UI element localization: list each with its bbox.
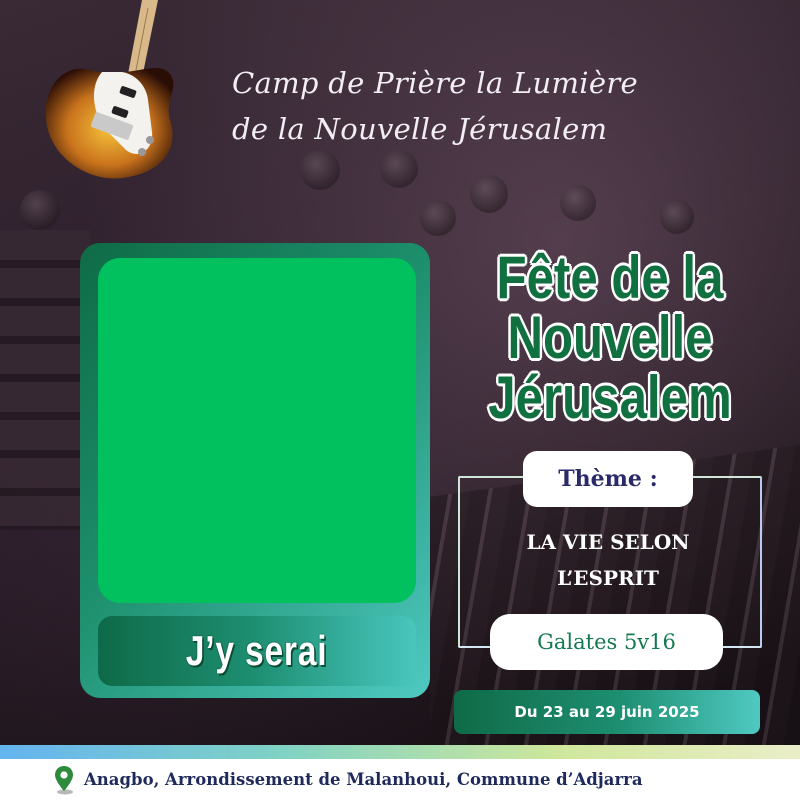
electric-guitar-icon xyxy=(45,0,174,179)
event-title-line1: Fête de la xyxy=(496,244,724,311)
theme-line2: L’ESPRIT xyxy=(557,566,659,590)
footer-accent-line xyxy=(0,745,800,759)
photo-placeholder[interactable] xyxy=(98,258,416,603)
event-title-line2: Nouvelle xyxy=(507,304,713,371)
location-pin-icon xyxy=(55,765,73,794)
camp-title-line1: Camp de Prière la Lumière xyxy=(232,66,638,100)
background-knob xyxy=(470,175,508,213)
event-dates: Du 23 au 29 juin 2025 xyxy=(514,703,700,721)
event-location: Anagbo, Arrondissement de Malanhoui, Com… xyxy=(84,770,643,789)
theme-line1: LA VIE SELON xyxy=(526,530,690,554)
caption-text: J’y serai xyxy=(186,627,328,674)
background-knob xyxy=(560,185,596,221)
event-title: Fête de la Nouvelle Jérusalem xyxy=(483,248,737,428)
camp-title-line2: de la Nouvelle Jérusalem xyxy=(232,112,608,146)
theme-text: LA VIE SELON L’ESPRIT xyxy=(470,524,746,596)
background-knob xyxy=(420,200,456,236)
verse-reference: Galates 5v16 xyxy=(537,630,676,654)
theme-label: Thème : xyxy=(558,466,658,492)
background-knob xyxy=(380,150,418,188)
event-poster: Camp de Prière la Lumière de la Nouvelle… xyxy=(0,0,800,800)
background-knob xyxy=(300,150,340,190)
camp-title: Camp de Prière la Lumière de la Nouvelle… xyxy=(232,60,752,152)
background-keyboard-panel xyxy=(0,230,90,530)
background-knob xyxy=(20,190,60,230)
caption-box: J’y serai xyxy=(98,616,416,686)
theme-label-pill: Thème : xyxy=(523,451,693,507)
verse-pill: Galates 5v16 xyxy=(490,614,723,670)
date-pill: Du 23 au 29 juin 2025 xyxy=(454,690,760,734)
event-title-line3: Jérusalem xyxy=(488,364,732,431)
footer-bar: Anagbo, Arrondissement de Malanhoui, Com… xyxy=(0,759,800,800)
background-knob xyxy=(660,200,694,234)
